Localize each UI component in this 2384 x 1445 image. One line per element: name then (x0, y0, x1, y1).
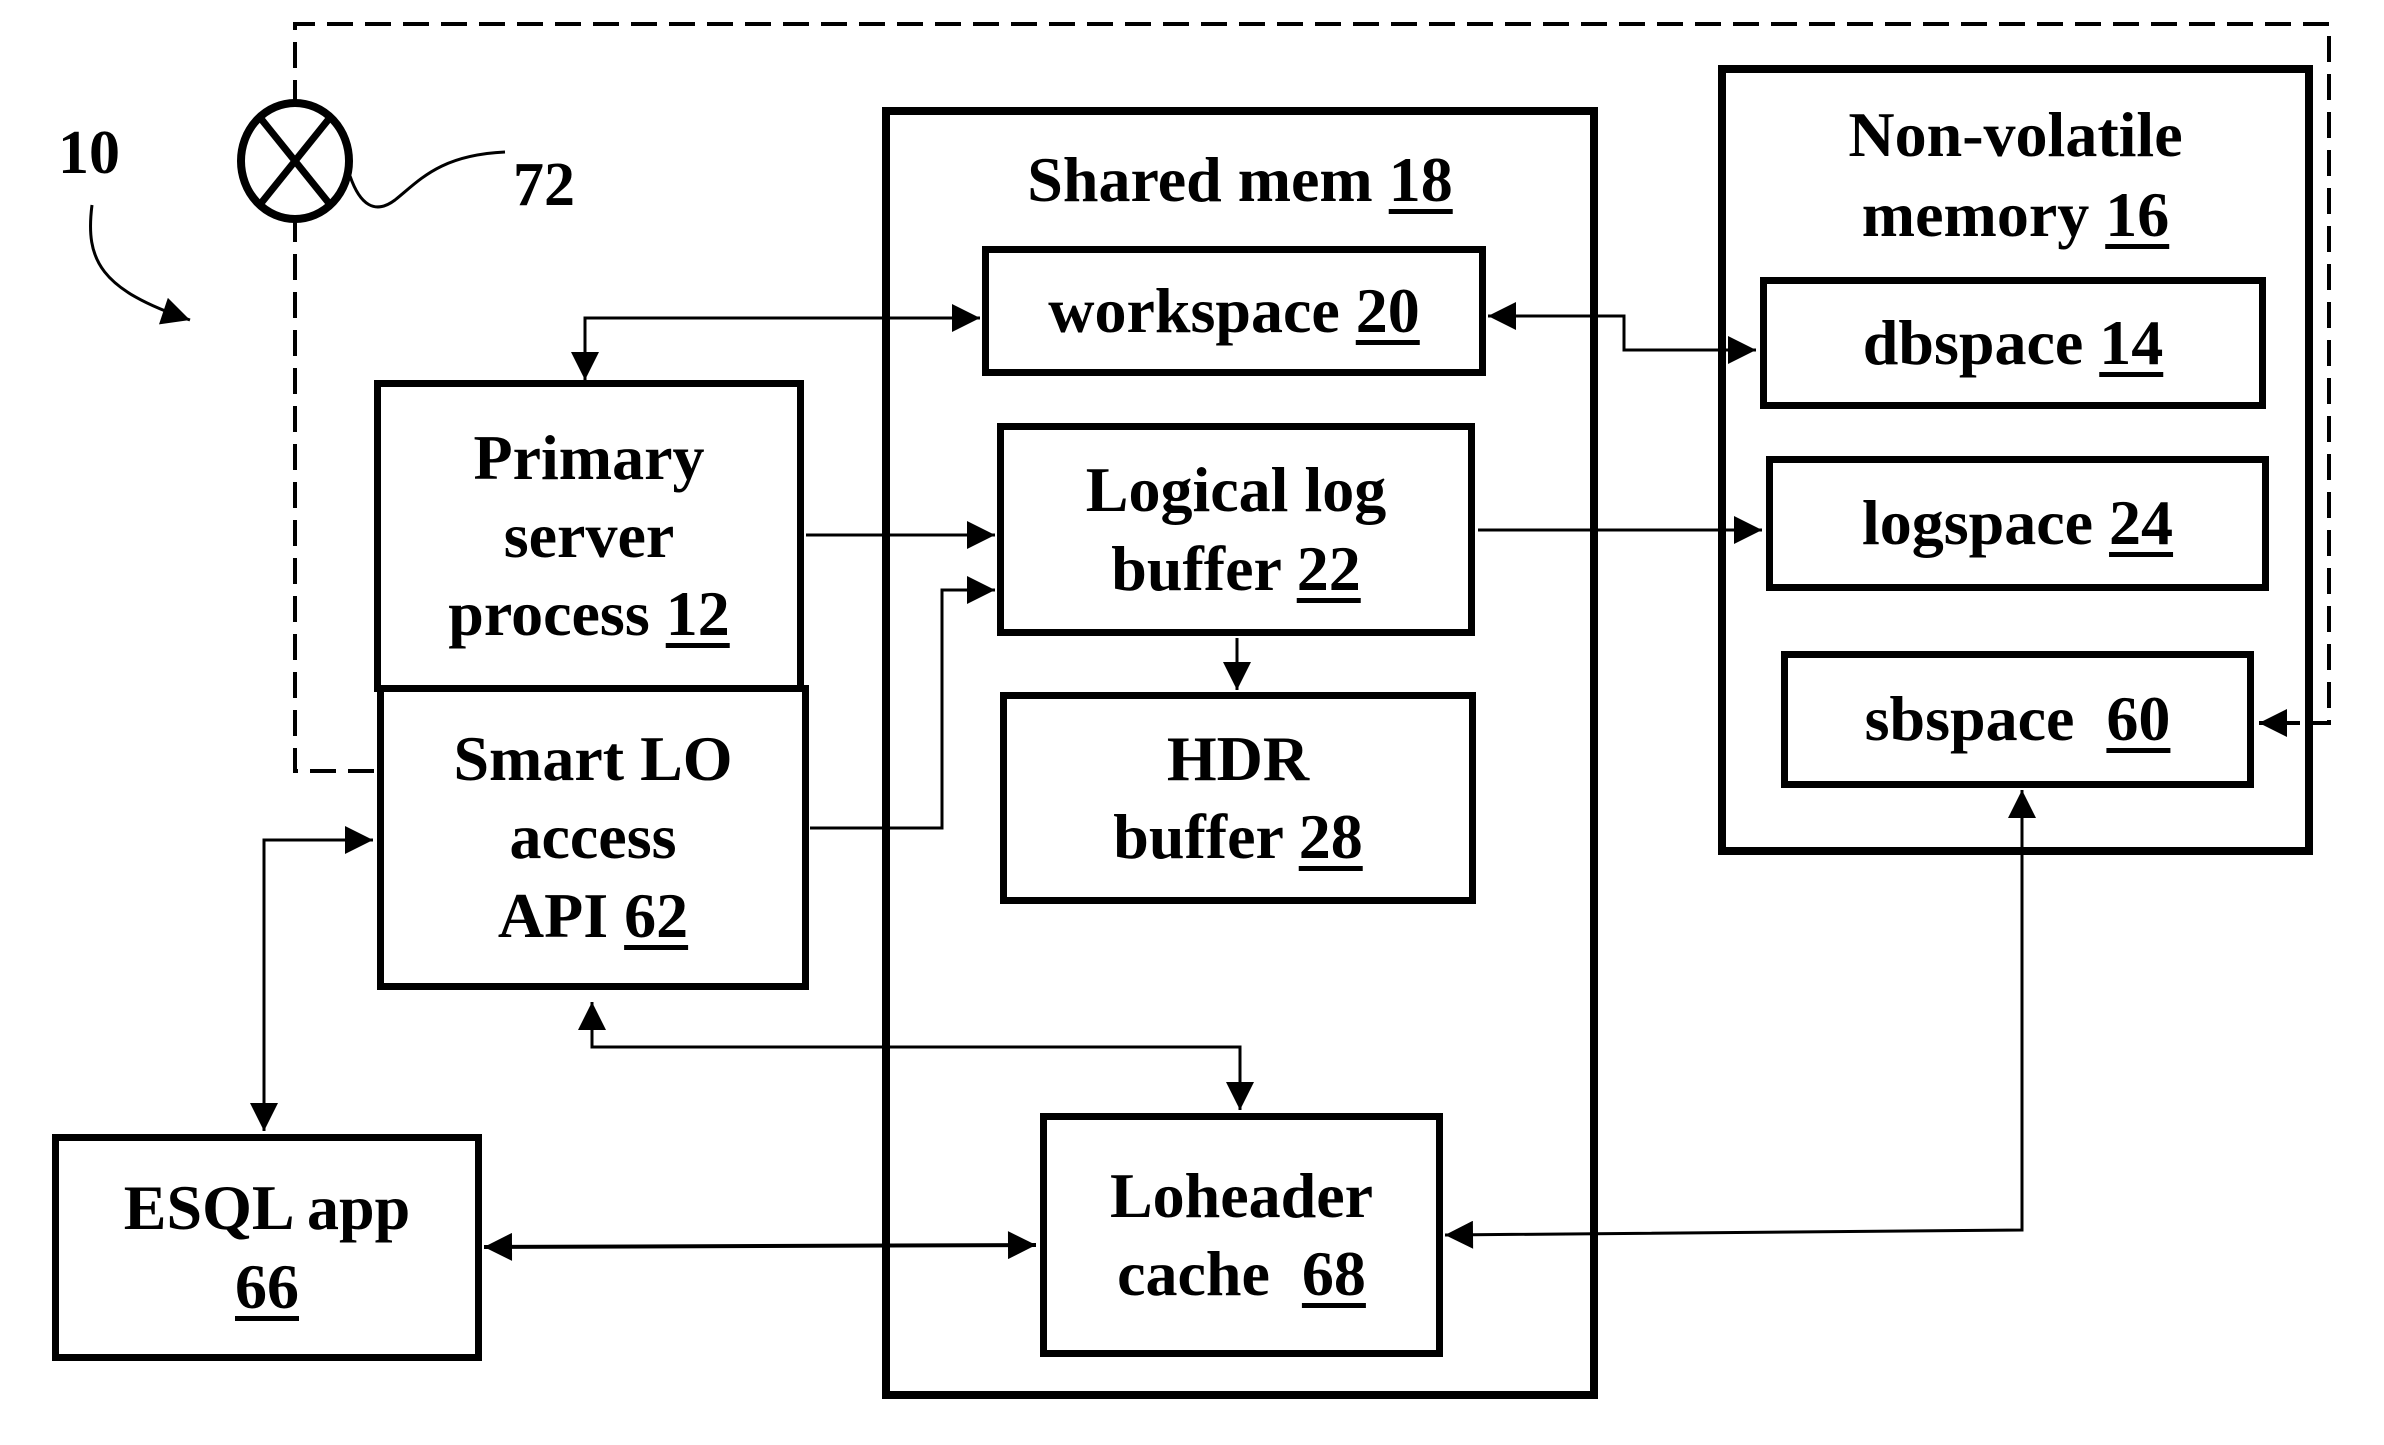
logical-log-buffer-number: 22 (1296, 532, 1361, 604)
logspace-box: logspace 24 (1766, 456, 2269, 591)
dbspace-box: dbspace 14 (1760, 277, 2266, 409)
smart-lo-line3: API (497, 879, 609, 951)
workspace-box: workspace 20 (982, 246, 1486, 376)
non-volatile-memory-number: 16 (2105, 179, 2170, 250)
workspace-label: workspace (1048, 274, 1340, 346)
logical-log-buffer-line2: buffer (1111, 532, 1281, 604)
dbspace-number: 14 (2099, 306, 2164, 378)
switch-icon (237, 99, 353, 223)
sbspace-label: sbspace (1864, 683, 2075, 755)
switch-ref-number: 72 (513, 151, 575, 219)
shared-memory-number: 18 (1388, 144, 1453, 215)
logspace-number: 24 (2109, 487, 2174, 559)
loheader-cache-line2: cache (1117, 1238, 1270, 1309)
non-volatile-memory-line1: Non-volatile (1848, 99, 2183, 170)
primary-server-process-box: Primary server process 12 (374, 380, 804, 692)
esql-app-number: 66 (235, 1250, 299, 1322)
shared-memory-label: Shared mem (1027, 144, 1373, 215)
primary-server-line3: process (448, 578, 650, 650)
non-volatile-memory-line2: memory (1861, 179, 2090, 250)
hdr-buffer-line2: buffer (1113, 801, 1283, 872)
primary-server-line2: server (503, 499, 675, 571)
loheader-cache-line1: Loheader (1109, 1159, 1374, 1231)
hdr-buffer-number: 28 (1298, 801, 1363, 872)
hdr-buffer-box: HDR buffer 28 (1000, 692, 1476, 904)
smart-lo-line1: Smart LO (453, 723, 733, 795)
smart-lo-number: 62 (624, 879, 689, 951)
figure-ref-arrow (89, 204, 191, 325)
figure-ref-number: 10 (58, 119, 120, 187)
loheader-cache-number: 68 (1301, 1238, 1366, 1309)
sbspace-number: 60 (2106, 683, 2171, 755)
shared-memory-title: Shared mem 18 (882, 140, 1598, 220)
logical-log-buffer-line1: Logical log (1085, 454, 1387, 526)
arrow-esql-smartlo (250, 826, 373, 1131)
esql-app-line1: ESQL app (123, 1172, 411, 1244)
smart-lo-line2: access (509, 801, 677, 873)
primary-server-number: 12 (665, 578, 730, 650)
logspace-label: logspace (1861, 487, 2094, 559)
primary-server-line1: Primary (473, 421, 705, 493)
hdr-buffer-line1: HDR (1166, 722, 1310, 794)
workspace-number: 20 (1355, 274, 1420, 346)
smart-lo-access-api-box: Smart LO access API 62 (377, 685, 809, 990)
loheader-cache-box: Loheader cache 68 (1040, 1113, 1443, 1357)
logical-log-buffer-box: Logical log buffer 22 (997, 423, 1475, 636)
sbspace-box: sbspace 60 (1781, 651, 2254, 788)
switch-leader-line (348, 150, 506, 209)
dashed-control-line-left (293, 216, 377, 773)
esql-app-box: ESQL app 66 (52, 1134, 482, 1361)
dbspace-label: dbspace (1862, 306, 2084, 378)
non-volatile-memory-title: Non-volatile memory 16 (1718, 95, 2313, 255)
